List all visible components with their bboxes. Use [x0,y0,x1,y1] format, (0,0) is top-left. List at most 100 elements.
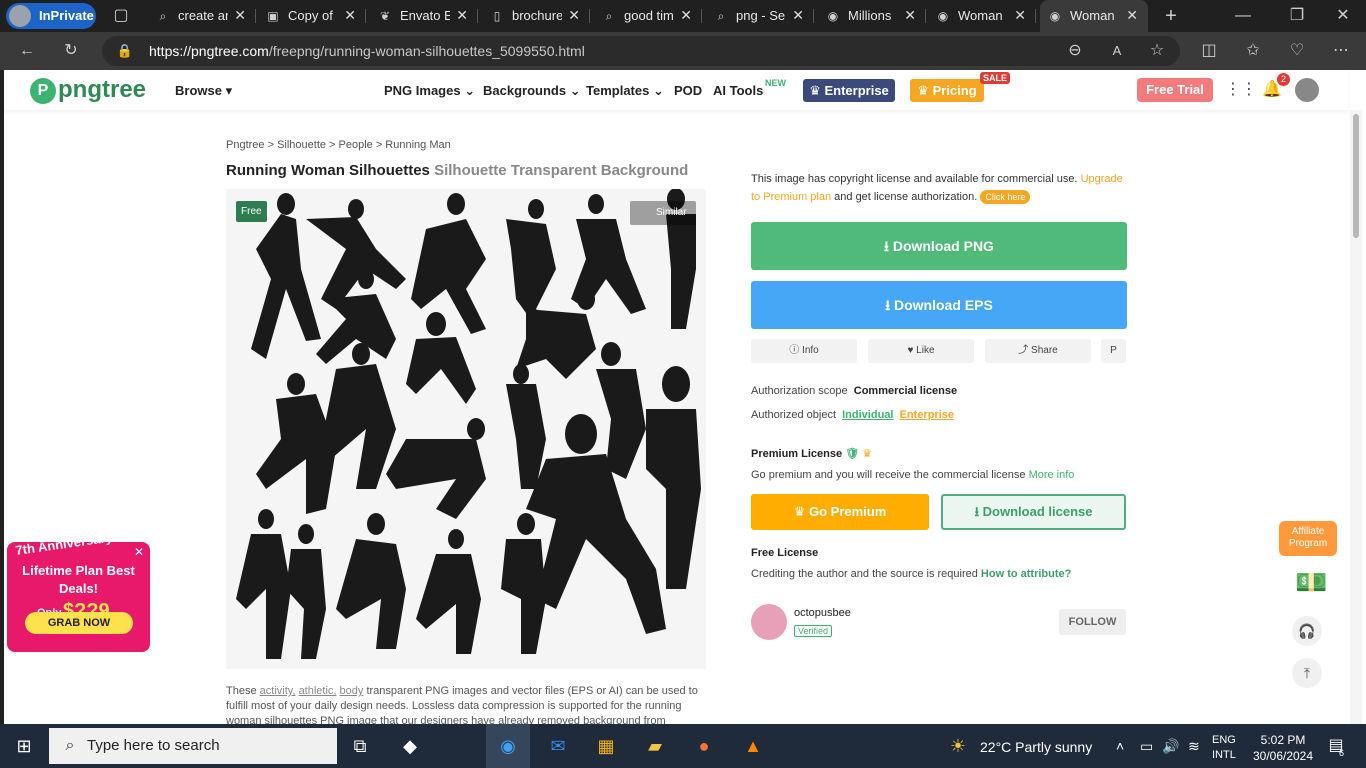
pricing-button[interactable]: ♛ Pricing [910,79,984,102]
refresh-icon[interactable]: ↻ [60,41,82,61]
scrollbar-thumb[interactable] [1353,114,1359,238]
similar-label: Similar [656,207,687,218]
weather-text[interactable]: 22°C Partly sunny [980,739,1092,755]
download-license-button[interactable]: ⭳ Download license [941,494,1126,530]
windows-start-icon[interactable]: ⊞ [12,734,36,758]
nav-backgrounds[interactable]: Backgrounds ⌄ [483,83,581,99]
restore-icon[interactable]: ❐ [1286,6,1308,26]
more-menu-icon[interactable]: ⋯ [1330,41,1352,61]
minimize-icon[interactable]: — [1232,6,1254,26]
nav-png-images[interactable]: PNG Images ⌄ [384,83,475,99]
read-aloud-icon[interactable]: A [1106,41,1128,61]
free-trial-button[interactable]: Free Trial [1137,78,1213,102]
language-indicator[interactable]: ENG INTL [1212,733,1236,763]
info-button[interactable]: ⓘ Info [751,339,857,363]
share-label: Share [1031,345,1058,356]
wifi-icon[interactable]: ≋ [1188,738,1200,755]
nav-templates[interactable]: Templates ⌄ [586,83,664,99]
volume-icon[interactable]: 🔊 [1162,738,1179,755]
close-tab-icon[interactable]: ✕ [1126,7,1138,24]
browser-tab[interactable]: ⌕ png - Se ✕ [706,0,814,32]
attribute-link[interactable]: How to attribute? [981,568,1071,580]
notification-center-icon[interactable]: ▤ [1324,734,1348,758]
url-field[interactable]: 🔒 https://pngtree.com/freepng/running-wo… [102,36,1180,66]
browse-menu[interactable]: Browse ▾ [175,83,232,99]
browser-tab[interactable]: ⌕ create ar ✕ [148,0,256,32]
favorites-icon[interactable]: ✩ [1242,41,1264,61]
clock[interactable]: 5:02 PM 30/06/2024 [1250,732,1316,764]
preview-image[interactable]: Free Similar [226,188,706,669]
battery-icon[interactable]: ▭ [1140,738,1153,755]
browser-tab[interactable]: ▯ brochure ✕ [482,0,590,32]
grab-now-button[interactable]: GRAB NOW [25,612,133,634]
scrollbar[interactable] [1350,110,1362,724]
close-tab-icon[interactable]: ✕ [1014,7,1026,24]
download-png-button[interactable]: ⭳ Download PNG [751,222,1127,270]
download-license-label: Download license [982,504,1093,519]
money-icon[interactable]: 💵 [1295,567,1327,598]
pngtree-logo[interactable]: Ppngtree [30,76,146,104]
vlc-icon[interactable]: ▲ [741,734,765,758]
share-button[interactable]: ⤴ Share [985,339,1091,363]
zoom-icon[interactable]: ⊖ [1064,41,1086,61]
logo-text: pngtree [58,76,147,103]
close-tab-icon[interactable]: ✕ [456,7,468,24]
like-button[interactable]: ♥ Like [868,339,974,363]
breadcrumb[interactable]: Pngtree > Silhouette > People > Running … [226,139,451,151]
nav-pod[interactable]: POD [674,83,702,98]
edge-icon[interactable]: ◉ [496,734,520,758]
browser-tab[interactable]: ❦ Envato E ✕ [370,0,478,32]
tag-body[interactable]: body [340,685,364,697]
close-tab-icon[interactable]: ✕ [568,7,580,24]
download-eps-button[interactable]: ⭳ Download EPS [751,281,1127,329]
close-tab-icon[interactable]: ✕ [234,7,246,24]
nav-ai-tools[interactable]: AI Tools [713,83,763,98]
tag-athletic[interactable]: athletic, [299,685,337,697]
browser-tab[interactable]: ⌕ good tim ✕ [594,0,702,32]
auth-individual-link[interactable]: Individual [842,409,893,421]
apps-grid-icon[interactable]: ⋮⋮ [1225,80,1257,100]
close-promo-icon[interactable]: ✕ [134,545,144,559]
tray-chevron-icon[interactable]: ˄ [1116,738,1124,754]
tag-activity[interactable]: activity, [260,685,296,697]
browser-tab[interactable]: ◉ Millions ✕ [818,0,926,32]
similar-button[interactable]: Similar [630,201,696,225]
auth-enterprise-link[interactable]: Enterprise [900,409,954,421]
favorite-star-icon[interactable]: ☆ [1146,41,1168,61]
go-premium-button[interactable]: ♛ Go Premium [751,494,929,530]
firefox-icon[interactable]: ● [692,734,716,758]
task-view-icon[interactable]: ⧉ [348,734,372,758]
browser-tab[interactable]: ◉ Woman ✕ [928,0,1036,32]
user-avatar[interactable] [1295,78,1319,102]
close-tab-icon[interactable]: ✕ [792,7,804,24]
heart-pulse-icon[interactable]: ♡ [1286,41,1308,61]
file-explorer-icon[interactable]: ▰ [643,734,667,758]
back-icon[interactable]: ← [16,41,38,61]
pinterest-icon[interactable]: P [1101,339,1126,363]
close-window-icon[interactable]: ✕ [1332,6,1354,26]
close-tab-icon[interactable]: ✕ [680,7,692,24]
more-info-link[interactable]: More info [1029,469,1075,481]
follow-button[interactable]: FOLLOW [1059,609,1126,635]
enterprise-button[interactable]: ♛ Enterprise [803,79,895,102]
back-to-top-icon[interactable]: ⤒ [1292,658,1322,688]
close-tab-icon[interactable]: ✕ [344,7,356,24]
close-tab-icon[interactable]: ✕ [904,7,916,24]
anniversary-promo[interactable]: 7th Anniversary! ✕ Lifetime Plan Best De… [7,529,150,652]
taskbar-search[interactable]: ⌕ Type here to search [49,728,337,764]
headset-icon[interactable]: 🎧 [1292,616,1322,646]
new-tab-icon[interactable]: + [1160,6,1182,26]
browser-tab[interactable]: ◉ Woman ✕ [1040,0,1148,32]
tab-actions-icon[interactable]: ▢ [110,6,132,26]
split-screen-icon[interactable]: ◫ [1198,41,1220,61]
browser-tab[interactable]: ▣ Copy of ✕ [258,0,366,32]
click-here-button[interactable]: Click here [980,190,1031,204]
author-avatar[interactable] [751,604,787,640]
inprivate-badge[interactable]: InPrivate [6,3,96,29]
store-icon[interactable]: ▦ [594,734,618,758]
affiliate-program-button[interactable]: Affiliate Program [1279,521,1337,556]
author-name[interactable]: octopusbee [794,607,851,619]
mail-icon[interactable]: ✉ [546,734,570,758]
copilot-icon[interactable]: ◆ [398,734,422,758]
pricing-label: Pricing [932,83,977,98]
